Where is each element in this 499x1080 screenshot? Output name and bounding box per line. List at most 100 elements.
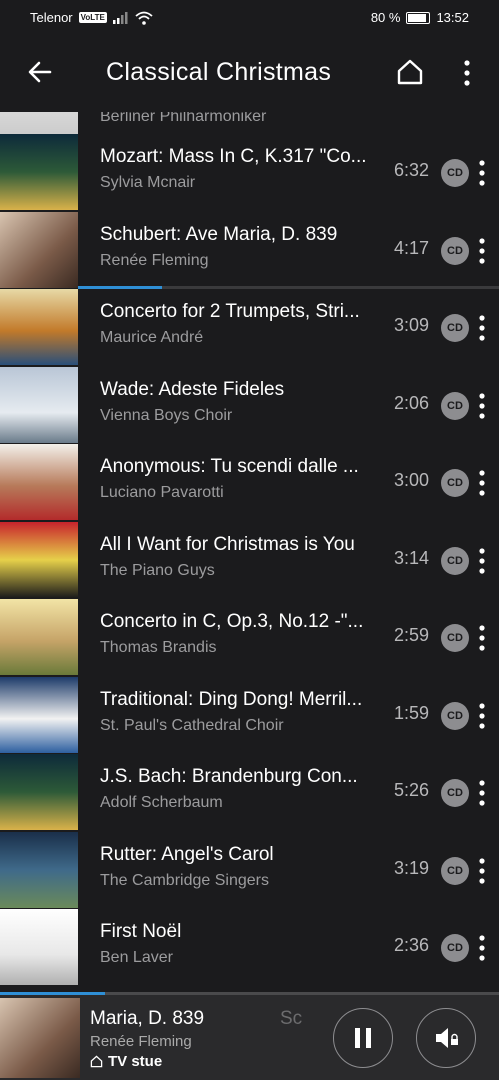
track-duration: 1:59 (393, 702, 429, 723)
list-item[interactable]: Schubert: Ave Maria, D. 839 Renée Flemin… (0, 211, 499, 288)
cd-badge: CD (441, 779, 469, 807)
track-duration: 2:59 (393, 625, 429, 645)
cd-badge: CD (441, 701, 469, 730)
album-art (0, 676, 78, 753)
album-art (0, 831, 78, 908)
album-art (0, 754, 78, 830)
more-vertical-icon[interactable] (476, 236, 488, 266)
track-artist: Maurice André (100, 329, 204, 346)
list-item[interactable]: First Noël Ben Laver 2:36 CD (0, 909, 499, 985)
home-icon[interactable] (394, 56, 426, 88)
track-title: Mozart: Mass In C, K.317 "Co... (100, 146, 367, 167)
track-title: Wade: Adeste Fideles (100, 378, 285, 400)
list-item[interactable]: Rutter: Angel's Carol The Cambridge Sing… (0, 831, 499, 908)
album-art (0, 366, 78, 443)
carrier-label: Telenor (30, 10, 73, 25)
cd-badge: CD (441, 469, 469, 497)
track-artist: St. Paul's Cathedral Choir (100, 716, 284, 734)
more-vertical-icon[interactable] (476, 391, 488, 421)
list-item[interactable]: Traditional: Ding Dong! Merril... St. Pa… (0, 676, 499, 753)
more-vertical-icon[interactable] (476, 778, 488, 808)
track-title: J.S. Bach: Brandenburg Con... (100, 766, 358, 787)
pause-button[interactable] (333, 1008, 393, 1068)
list-item[interactable]: Mozart: Mass In C, K.317 "Co... Sylvia M… (0, 134, 499, 210)
track-duration: 2:06 (393, 392, 429, 413)
track-artist: Ben Laver (100, 949, 173, 966)
list-item-partial[interactable]: Berliner Philharmoniker (0, 112, 499, 134)
track-artist: Sylvia Mcnair (100, 174, 196, 191)
cd-badge: CD (441, 856, 469, 885)
cd-badge: CD (441, 159, 469, 187)
playback-progress-bar[interactable] (0, 992, 499, 995)
album-art (0, 909, 78, 985)
more-vertical-icon[interactable] (476, 546, 488, 576)
track-artist: Adolf Scherbaum (100, 794, 223, 811)
signal-icon (112, 11, 128, 24)
track-artist: The Piano Guys (100, 561, 215, 579)
cd-badge: CD (441, 546, 469, 575)
track-title: Rutter: Angel's Carol (100, 843, 274, 865)
track-title: Traditional: Ding Dong! Merril... (100, 688, 363, 710)
volume-button[interactable] (416, 1008, 476, 1068)
album-art (0, 521, 78, 598)
now-playing-title[interactable]: Maria, D. 839 (90, 1008, 204, 1030)
list-item[interactable]: Concerto for 2 Trumpets, Stri... Maurice… (0, 289, 499, 365)
now-playing-artist: Renée Fleming (90, 1033, 192, 1050)
more-vertical-icon[interactable] (476, 856, 488, 886)
track-duration: 6:32 (393, 160, 429, 180)
more-vertical-icon[interactable] (476, 468, 488, 498)
track-title: All I Want for Christmas is You (100, 533, 355, 555)
now-playing-bar[interactable]: Maria, D. 839 Sc Renée Fleming TV stue (0, 992, 499, 1080)
room-label[interactable]: TV stue (90, 1053, 162, 1070)
wifi-icon (135, 11, 153, 25)
album-art (0, 112, 78, 134)
status-bar: Telenor VoLTE 80 % 13:52 (0, 0, 499, 36)
track-artist: Thomas Brandis (100, 639, 217, 656)
cd-badge: CD (441, 314, 469, 342)
track-duration: 3:00 (393, 470, 429, 490)
track-duration: 4:17 (393, 237, 429, 258)
track-artist: Renée Fleming (100, 251, 209, 269)
track-title: Concerto for 2 Trumpets, Stri... (100, 301, 360, 322)
more-vertical-icon[interactable] (455, 58, 479, 88)
list-item[interactable]: All I Want for Christmas is You The Pian… (0, 521, 499, 598)
track-title: Anonymous: Tu scendi dalle ... (100, 456, 359, 477)
battery-percent: 80 % (370, 10, 401, 25)
volte-badge: VoLTE (78, 12, 107, 23)
track-title: First Noël (100, 921, 182, 942)
album-art (0, 599, 78, 675)
track-duration: 3:14 (393, 547, 429, 568)
more-vertical-icon[interactable] (476, 623, 488, 653)
album-art (0, 444, 78, 520)
volume-lock-icon (436, 1028, 458, 1048)
cd-badge: CD (441, 236, 469, 265)
cd-badge: CD (441, 391, 469, 420)
track-title: Schubert: Ave Maria, D. 839 (100, 223, 338, 245)
cd-badge: CD (441, 624, 469, 652)
list-item[interactable]: J.S. Bach: Brandenburg Con... Adolf Sche… (0, 754, 499, 830)
room-name: TV stue (108, 1053, 163, 1070)
album-art (0, 289, 78, 365)
battery-icon (406, 11, 431, 24)
now-playing-album-art[interactable] (0, 998, 80, 1078)
app-bar: Classical Christmas (0, 36, 499, 112)
track-duration: 3:09 (393, 315, 429, 335)
more-vertical-icon[interactable] (476, 158, 488, 188)
list-item[interactable]: Anonymous: Tu scendi dalle ... Luciano P… (0, 444, 499, 520)
track-artist: Luciano Pavarotti (100, 484, 224, 501)
album-art (0, 211, 78, 288)
track-artist: Berliner Philharmoniker (100, 112, 267, 125)
list-item[interactable]: Concerto in C, Op.3, No.12 -"... Thomas … (0, 599, 499, 675)
more-vertical-icon[interactable] (476, 933, 488, 963)
arrow-left-icon[interactable] (24, 56, 56, 88)
more-vertical-icon[interactable] (476, 313, 488, 343)
pause-icon (355, 1028, 371, 1048)
now-playing-title-scroll: Sc (280, 1008, 303, 1029)
cd-badge: CD (441, 934, 469, 962)
more-vertical-icon[interactable] (476, 701, 488, 731)
album-art (0, 134, 78, 210)
list-item[interactable]: Wade: Adeste Fideles Vienna Boys Choir 2… (0, 366, 499, 443)
clock: 13:52 (436, 10, 469, 25)
track-list[interactable]: Berliner Philharmoniker Mozart: Mass In … (0, 112, 499, 992)
track-duration: 2:36 (393, 935, 429, 955)
